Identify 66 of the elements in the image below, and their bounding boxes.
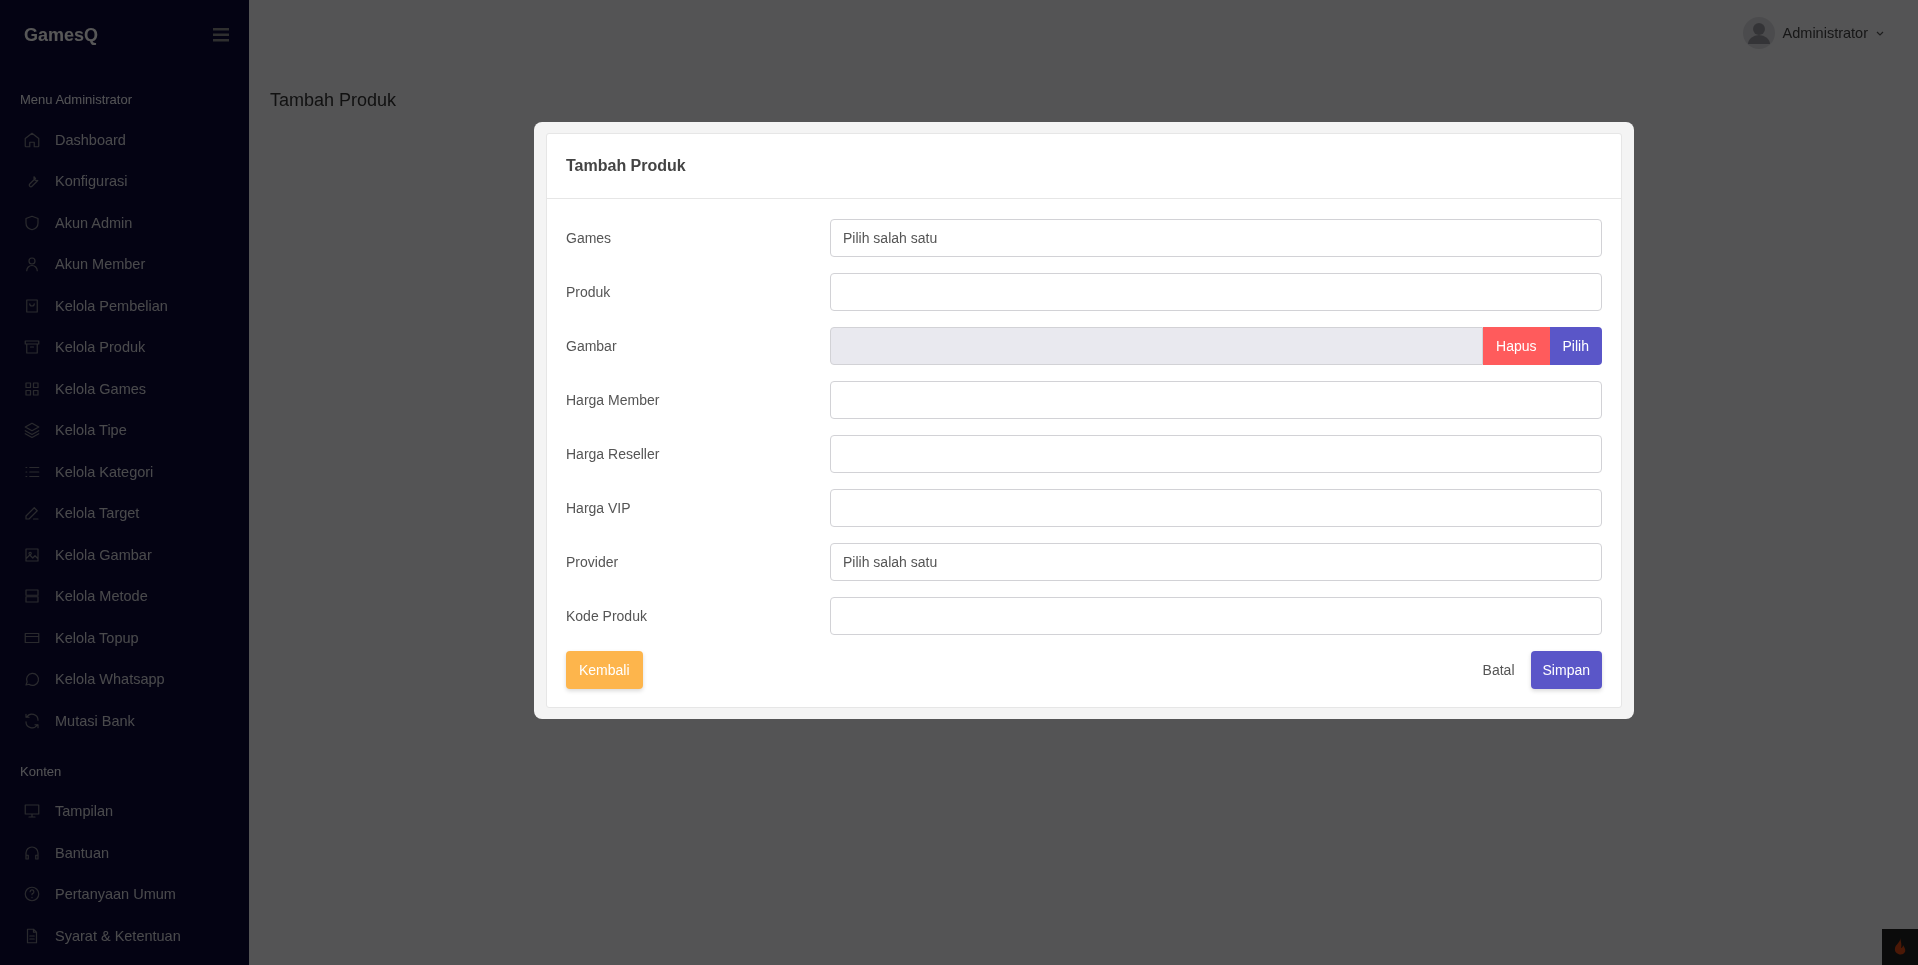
headphones-icon xyxy=(23,843,41,862)
pencil-icon xyxy=(23,504,41,523)
user-icon xyxy=(23,255,41,274)
archive-icon xyxy=(23,338,41,357)
chevron-down-icon xyxy=(1876,30,1884,36)
sidebar-item[interactable]: Kelola Target xyxy=(20,492,229,534)
back-button[interactable]: Kembali xyxy=(566,651,643,689)
sidebar-item[interactable]: Kelola Metode xyxy=(20,575,229,617)
input-field[interactable] xyxy=(830,273,1602,311)
field-label: Harga Reseller xyxy=(566,446,661,462)
sidebar-item[interactable]: Kelola Pembelian xyxy=(20,285,229,327)
sidebar-item[interactable]: Kelola Games xyxy=(20,368,229,410)
select-field[interactable]: Pilih salah satu xyxy=(830,543,1602,581)
save-button[interactable]: Simpan xyxy=(1530,651,1602,689)
modal-title: Tambah Produk xyxy=(566,157,686,175)
grid-icon xyxy=(23,379,41,398)
field-label: Produk xyxy=(566,284,612,300)
shield-icon xyxy=(23,213,41,232)
brand-logo[interactable]: GamesQ xyxy=(24,24,99,46)
bag-icon xyxy=(23,296,41,315)
sidebar-item[interactable]: Kelola Produk xyxy=(20,326,229,368)
field-label: Provider xyxy=(566,554,620,570)
sidebar-item[interactable]: Tampilan xyxy=(20,790,229,832)
input-field[interactable] xyxy=(830,489,1602,527)
select-field[interactable]: Pilih salah satu xyxy=(830,219,1602,257)
user-menu[interactable]: Administrator xyxy=(1742,17,1884,49)
chat-icon xyxy=(23,670,41,689)
input-field[interactable] xyxy=(830,435,1602,473)
monitor-icon xyxy=(23,802,41,821)
choose-button[interactable]: Pilih xyxy=(1549,327,1602,365)
sidebar-item[interactable]: Kelola Kategori xyxy=(20,451,229,493)
section-heading: Menu Administrator xyxy=(20,92,133,107)
sidebar-item[interactable]: Mutasi Bank xyxy=(20,700,229,742)
refresh-icon xyxy=(23,711,41,730)
flame-badge[interactable] xyxy=(1882,929,1918,965)
help-icon xyxy=(23,885,41,904)
sidebar-item[interactable]: Konfigurasi xyxy=(20,160,229,202)
flame-icon xyxy=(1893,938,1907,956)
layers-icon xyxy=(23,421,41,440)
sidebar-item[interactable]: Kelola Tipe xyxy=(20,409,229,451)
section-heading: Konten xyxy=(20,763,63,779)
remove-button[interactable]: Hapus xyxy=(1483,327,1550,365)
server-icon xyxy=(23,587,41,606)
page-title: Tambah Produk xyxy=(270,90,398,111)
image-icon xyxy=(23,545,41,564)
field-label: Games xyxy=(566,230,613,246)
sidebar-item[interactable]: Akun Member xyxy=(20,243,229,285)
input-field[interactable] xyxy=(830,597,1602,635)
sidebar-item[interactable]: Kelola Topup xyxy=(20,617,229,659)
sidebar-item[interactable]: Akun Admin xyxy=(20,202,229,244)
field-label: Harga VIP xyxy=(566,500,632,516)
field-label: Harga Member xyxy=(566,392,661,408)
sidebar-item[interactable]: Syarat & Ketentuan xyxy=(20,915,229,957)
menu-icon[interactable] xyxy=(213,28,229,42)
avatar-icon xyxy=(1742,17,1775,49)
file-field[interactable] xyxy=(830,327,1484,365)
sidebar-item[interactable]: Pertanyaan Umum xyxy=(20,873,229,915)
field-label: Kode Produk xyxy=(566,608,648,624)
home-icon xyxy=(23,130,41,149)
sidebar-item[interactable]: Bantuan xyxy=(20,832,229,874)
sidebar-item[interactable]: Dashboard xyxy=(20,119,229,161)
sidebar-item[interactable]: Kelola Whatsapp xyxy=(20,658,229,700)
cancel-button[interactable]: Batal xyxy=(1482,662,1515,678)
sidebar-item[interactable]: Kelola Gambar xyxy=(20,534,229,576)
field-label: Gambar xyxy=(566,338,618,354)
input-field[interactable] xyxy=(830,381,1602,419)
